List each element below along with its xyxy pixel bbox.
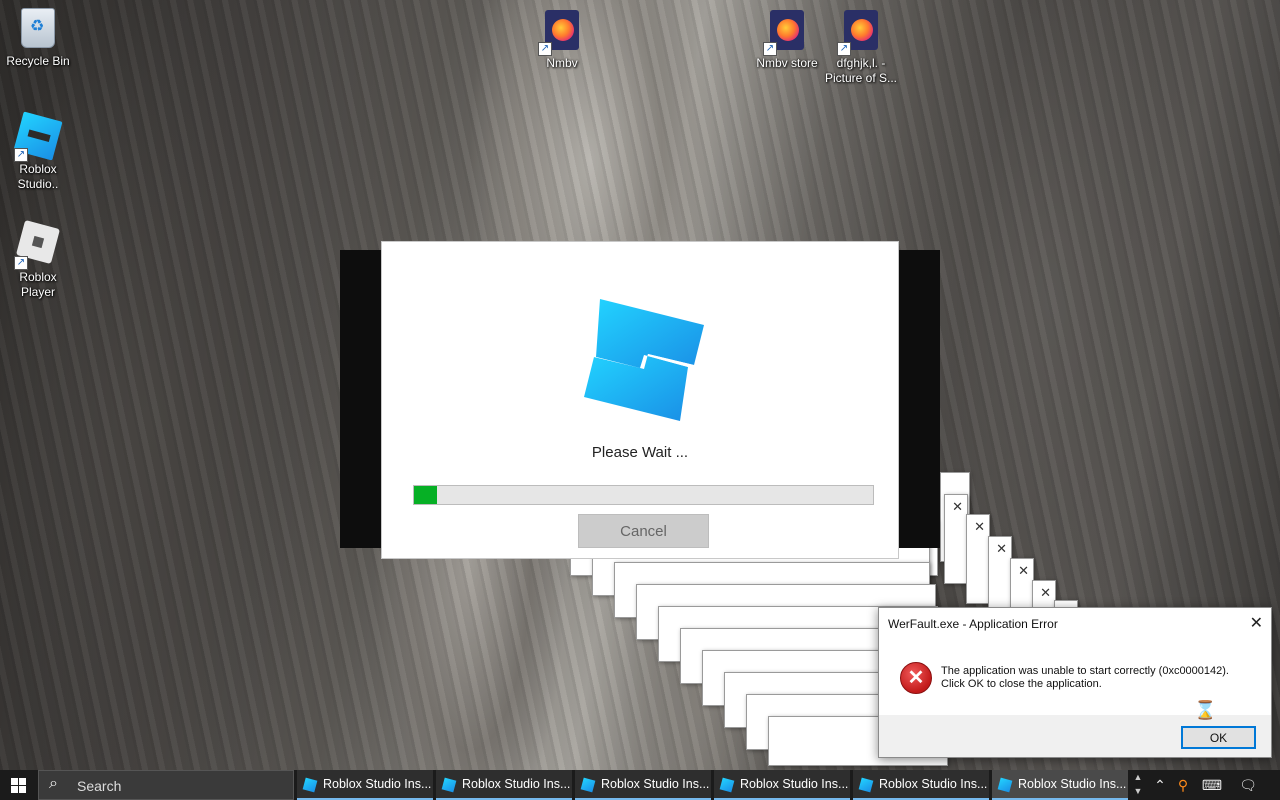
close-icon[interactable]: ✕: [1018, 563, 1029, 579]
taskbar-item[interactable]: Roblox Studio Ins...: [714, 770, 850, 800]
hourglass-cursor-icon: ⌛: [1194, 700, 1217, 720]
background-dialog[interactable]: ✕: [944, 494, 968, 584]
installer-dialog: Please Wait ... Cancel: [381, 241, 899, 559]
error-message: The application was unable to start corr…: [941, 665, 1229, 691]
start-button[interactable]: [0, 770, 38, 800]
background-dialog[interactable]: ✕: [988, 536, 1012, 616]
close-icon[interactable]: ✕: [952, 499, 963, 515]
desktop-icon-label: Nmbv: [546, 56, 578, 70]
desktop-icon-roblox-studio[interactable]: ↗ Roblox Studio..: [0, 111, 76, 192]
taskbar-item-label: Roblox Studio Ins...: [601, 777, 710, 791]
error-message-line: The application was unable to start corr…: [941, 665, 1229, 677]
desktop-icon-label: Recycle Bin: [6, 54, 70, 68]
keyboard-icon[interactable]: ⌨: [1198, 770, 1226, 800]
desktop-icon-roblox-player[interactable]: ↗ Roblox Player: [0, 219, 76, 300]
desktop-icon-picture[interactable]: ↗ dfghjk,l. - Picture of S...: [823, 10, 899, 86]
close-icon[interactable]: ✕: [1040, 585, 1051, 601]
taskbar-item-label: Roblox Studio Ins...: [462, 777, 571, 791]
roblox-player-icon: ↗: [14, 219, 61, 270]
close-icon[interactable]: ✕: [974, 519, 985, 535]
roblox-studio-icon: [441, 777, 457, 793]
desktop-icon-label: dfghjk,l. - Picture of S...: [824, 56, 898, 85]
roblox-studio-icon: [302, 777, 318, 793]
search-icon: ⌕: [49, 775, 58, 792]
roblox-studio-icon: ↗: [13, 111, 63, 162]
taskbar-scroll-arrows[interactable]: ▲ ▼: [1130, 770, 1146, 800]
roblox-studio-icon: [580, 777, 596, 793]
chevron-up-icon[interactable]: ⌃: [1150, 770, 1170, 800]
notification-icon[interactable]: 🗨: [1234, 770, 1262, 800]
desktop-icon-recycle-bin[interactable]: Recycle Bin: [0, 8, 76, 69]
ok-button[interactable]: OK: [1181, 726, 1256, 749]
dialog-title: WerFault.exe - Application Error: [888, 617, 1058, 631]
error-x-icon: ✕: [900, 662, 932, 694]
installer-progress-fill: [414, 486, 437, 504]
desktop-icon-nmbv[interactable]: ↗ Nmbv: [524, 10, 600, 71]
taskbar-item-label: Roblox Studio Ins...: [879, 777, 988, 791]
error-message-line: Click OK to close the application.: [941, 678, 1102, 690]
taskbar: ⌕ Search Roblox Studio Ins... Roblox Stu…: [0, 770, 1280, 800]
recycle-bin-icon: [16, 8, 60, 52]
taskbar-item-label: Roblox Studio Ins...: [740, 777, 849, 791]
roblox-studio-icon: [858, 777, 874, 793]
taskbar-item-label: Roblox Studio Ins...: [323, 777, 432, 791]
desktop-icon-label: Roblox Player: [19, 270, 57, 299]
taskbar-item[interactable]: Roblox Studio Ins...: [853, 770, 989, 800]
cancel-button[interactable]: Cancel: [578, 514, 709, 548]
werfault-error-dialog: WerFault.exe - Application Error ✕ ✕ The…: [878, 607, 1272, 758]
installer-progress-bar: [413, 485, 874, 505]
dialog-footer: OK: [879, 715, 1271, 757]
taskbar-item-active[interactable]: Roblox Studio Ins...: [992, 770, 1128, 800]
close-icon[interactable]: ✕: [1250, 613, 1263, 633]
desktop-icon-nmbv-store[interactable]: ↗ Nmbv store: [749, 10, 825, 71]
desktop-icon-label: Roblox Studio..: [17, 162, 59, 191]
shortcut-arrow-icon: ↗: [14, 148, 28, 162]
close-icon[interactable]: ✕: [996, 541, 1007, 557]
shortcut-arrow-icon: ↗: [837, 42, 851, 56]
taskbar-item[interactable]: Roblox Studio Ins...: [297, 770, 433, 800]
firefox-icon: ↗: [538, 10, 584, 56]
search-tray-icon[interactable]: ⚲: [1172, 770, 1194, 800]
roblox-studio-icon: [719, 777, 735, 793]
taskbar-item[interactable]: Roblox Studio Ins...: [436, 770, 572, 800]
shortcut-arrow-icon: ↗: [14, 256, 28, 270]
firefox-icon: ↗: [837, 10, 883, 56]
firefox-icon: ↗: [763, 10, 809, 56]
search-label: Search: [77, 778, 122, 794]
roblox-studio-icon: [997, 777, 1013, 793]
shortcut-arrow-icon: ↗: [763, 42, 777, 56]
shortcut-arrow-icon: ↗: [538, 42, 552, 56]
taskbar-search-box[interactable]: ⌕ Search: [38, 770, 294, 800]
taskbar-item[interactable]: Roblox Studio Ins...: [575, 770, 711, 800]
desktop-icon-label: Nmbv store: [756, 56, 818, 70]
taskbar-item-label: Roblox Studio Ins...: [1018, 777, 1127, 791]
installer-status-text: Please Wait ...: [591, 444, 689, 461]
roblox-studio-logo: [584, 299, 704, 421]
background-dialog[interactable]: ✕: [966, 514, 990, 604]
